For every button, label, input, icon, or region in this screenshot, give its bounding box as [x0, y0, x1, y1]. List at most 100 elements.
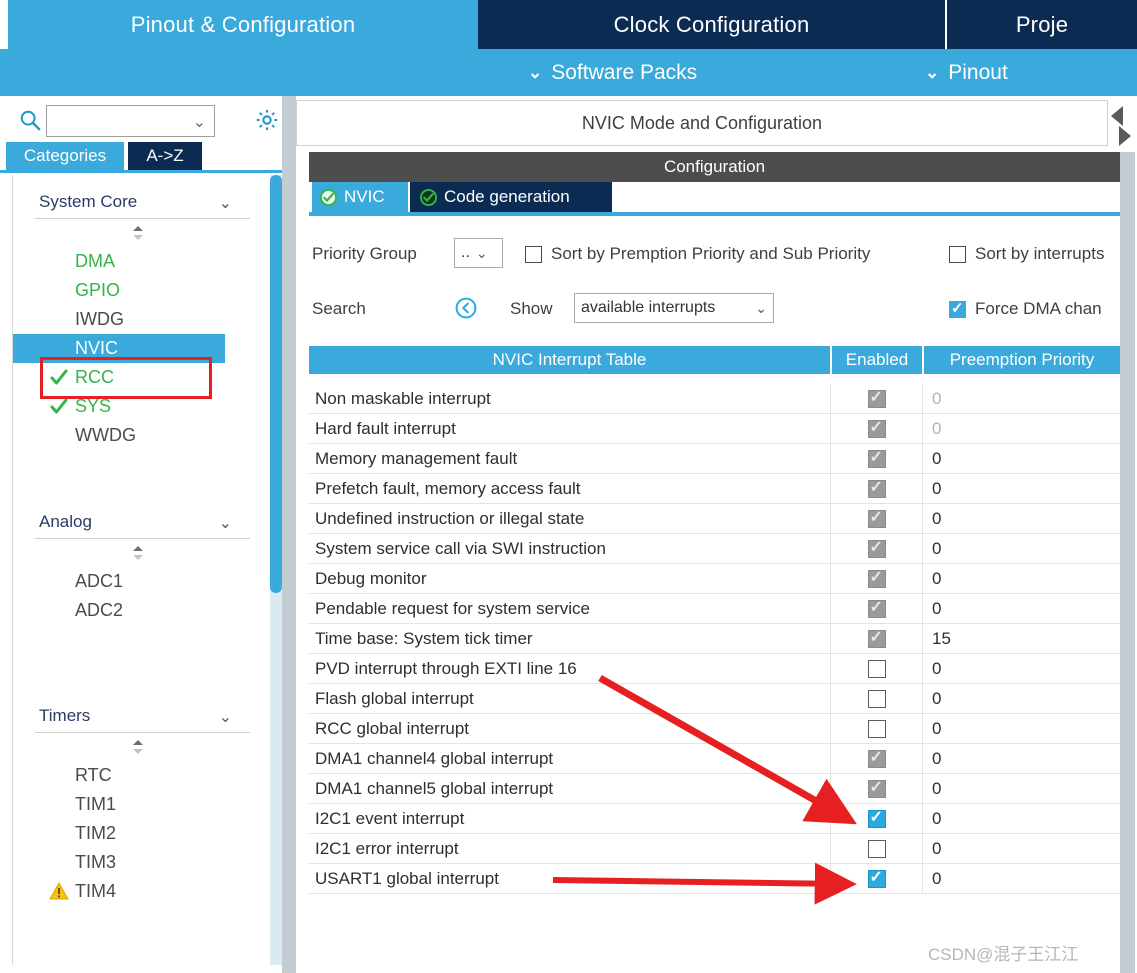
tab-code-generation[interactable]: Code generation [410, 182, 612, 212]
enabled-cell[interactable] [830, 803, 922, 834]
table-row[interactable]: Undefined instruction or illegal state 0 [309, 503, 1120, 534]
priority-group-select[interactable]: .. ⌄ [454, 238, 503, 268]
preemption-priority-cell[interactable]: 0 [922, 503, 1120, 534]
sort-spinner-icon[interactable] [131, 225, 145, 241]
table-row[interactable]: Time base: System tick timer 15 [309, 623, 1120, 654]
preemption-priority-cell[interactable]: 0 [922, 653, 1120, 684]
enabled-cell[interactable] [830, 773, 922, 804]
enabled-checkbox[interactable] [867, 659, 886, 678]
column-header-enabled[interactable]: Enabled [830, 346, 922, 374]
preemption-priority-cell[interactable]: 0 [922, 563, 1120, 594]
table-row[interactable]: Non maskable interrupt 0 [309, 383, 1120, 414]
sidebar-item-wwdg[interactable]: WWDG [13, 421, 258, 450]
sidebar-item-tim3[interactable]: TIM3 [13, 848, 258, 877]
table-row[interactable]: Pendable request for system service 0 [309, 593, 1120, 624]
sidebar-item-rtc[interactable]: RTC [13, 761, 258, 790]
sort-spinner-icon[interactable] [131, 545, 145, 561]
search-input[interactable] [51, 107, 189, 135]
chevron-left-icon[interactable] [1111, 106, 1123, 126]
tab-a-to-z[interactable]: A->Z [128, 142, 202, 170]
sidebar-item-gpio[interactable]: GPIO [13, 276, 258, 305]
group-timers-header[interactable]: Timers ⌄ [13, 699, 258, 733]
preemption-priority-cell[interactable]: 15 [922, 623, 1120, 654]
table-row[interactable]: RCC global interrupt 0 [309, 713, 1120, 744]
table-row[interactable]: I2C1 error interrupt 0 [309, 833, 1120, 864]
preemption-priority-cell[interactable]: 0 [922, 533, 1120, 564]
table-row[interactable]: Memory management fault 0 [309, 443, 1120, 474]
enabled-checkbox[interactable] [867, 839, 886, 858]
group-analog-header[interactable]: Analog ⌄ [13, 505, 258, 539]
enabled-cell[interactable] [830, 683, 922, 714]
enabled-cell[interactable] [830, 413, 922, 444]
table-row[interactable]: System service call via SWI instruction 0 [309, 533, 1120, 564]
sidebar-item-adc2[interactable]: ADC2 [13, 596, 258, 625]
tab-categories[interactable]: Categories [6, 142, 124, 170]
sidebar-scrollbar-thumb[interactable] [270, 175, 282, 593]
enabled-checkbox[interactable] [867, 867, 886, 888]
panel-divider[interactable] [282, 96, 296, 973]
sidebar-item-tim1[interactable]: TIM1 [13, 790, 258, 819]
preemption-priority-cell[interactable]: 0 [922, 833, 1120, 864]
group-system-core-header[interactable]: System Core ⌄ [13, 185, 258, 219]
sort-interrupts-checkbox-row[interactable]: Sort by interrupts [949, 244, 1124, 264]
menu-software-packs[interactable]: ⌄ Software Packs [528, 49, 697, 96]
column-header-preemption[interactable]: Preemption Priority [922, 346, 1120, 374]
sidebar-item-sys[interactable]: SYS [13, 392, 258, 421]
enabled-cell[interactable] [830, 443, 922, 474]
menu-pinout[interactable]: ⌄ Pinout [925, 49, 1008, 96]
tab-clock-configuration[interactable]: Clock Configuration [478, 0, 945, 49]
tab-nvic[interactable]: NVIC [312, 182, 408, 212]
main-panel-scrollbar[interactable] [1120, 152, 1135, 973]
enabled-cell[interactable] [830, 713, 922, 744]
gear-icon[interactable] [254, 107, 280, 133]
force-dma-checkbox-row[interactable]: Force DMA chan [949, 299, 1124, 319]
force-dma-checkbox[interactable] [949, 299, 966, 318]
enabled-cell[interactable] [830, 383, 922, 414]
tab-pinout-configuration[interactable]: Pinout & Configuration [8, 0, 478, 49]
preemption-priority-cell[interactable]: 0 [922, 383, 1120, 414]
sidebar-item-dma[interactable]: DMA [13, 247, 258, 276]
table-row[interactable]: Prefetch fault, memory access fault 0 [309, 473, 1120, 504]
sort-premption-checkbox[interactable] [525, 245, 542, 263]
enabled-cell[interactable] [830, 593, 922, 624]
table-row[interactable]: Hard fault interrupt 0 [309, 413, 1120, 444]
enabled-cell[interactable] [830, 833, 922, 864]
show-filter-select[interactable]: available interrupts ⌄ [574, 293, 774, 323]
column-header-interrupt-name[interactable]: NVIC Interrupt Table [309, 346, 830, 374]
enabled-cell[interactable] [830, 533, 922, 564]
enabled-cell[interactable] [830, 503, 922, 534]
preemption-priority-cell[interactable]: 0 [922, 773, 1120, 804]
sort-interrupts-checkbox[interactable] [949, 245, 966, 263]
circle-left-arrow-icon[interactable] [455, 297, 477, 319]
enabled-cell[interactable] [830, 563, 922, 594]
preemption-priority-cell[interactable]: 0 [922, 803, 1120, 834]
table-row[interactable]: Debug monitor 0 [309, 563, 1120, 594]
sidebar-item-iwdg[interactable]: IWDG [13, 305, 258, 334]
preemption-priority-cell[interactable]: 0 [922, 743, 1120, 774]
tab-project-manager[interactable]: Proje [945, 0, 1137, 49]
chevron-down-icon[interactable]: ⌄ [193, 112, 206, 132]
preemption-priority-cell[interactable]: 0 [922, 683, 1120, 714]
table-row[interactable]: DMA1 channel5 global interrupt 0 [309, 773, 1120, 804]
table-row[interactable]: I2C1 event interrupt 0 [309, 803, 1120, 834]
sidebar-item-adc1[interactable]: ADC1 [13, 567, 258, 596]
enabled-cell[interactable] [830, 473, 922, 504]
preemption-priority-cell[interactable]: 0 [922, 713, 1120, 744]
preemption-priority-cell[interactable]: 0 [922, 593, 1120, 624]
preemption-priority-cell[interactable]: 0 [922, 473, 1120, 504]
enabled-cell[interactable] [830, 623, 922, 654]
enabled-cell[interactable] [830, 653, 922, 684]
enabled-cell[interactable] [830, 743, 922, 774]
table-row[interactable]: PVD interrupt through EXTI line 16 0 [309, 653, 1120, 684]
chevron-right-icon[interactable] [1119, 126, 1131, 146]
preemption-priority-cell[interactable]: 0 [922, 413, 1120, 444]
preemption-priority-cell[interactable]: 0 [922, 443, 1120, 474]
sidebar-item-nvic[interactable]: NVIC [13, 334, 225, 363]
preemption-priority-cell[interactable]: 0 [922, 863, 1120, 894]
enabled-cell[interactable] [830, 863, 922, 894]
enabled-checkbox[interactable] [867, 719, 886, 738]
enabled-checkbox[interactable] [867, 689, 886, 708]
enabled-checkbox[interactable] [867, 807, 886, 828]
table-row[interactable]: DMA1 channel4 global interrupt 0 [309, 743, 1120, 774]
sort-premption-checkbox-row[interactable]: Sort by Premption Priority and Sub Prior… [525, 244, 870, 264]
